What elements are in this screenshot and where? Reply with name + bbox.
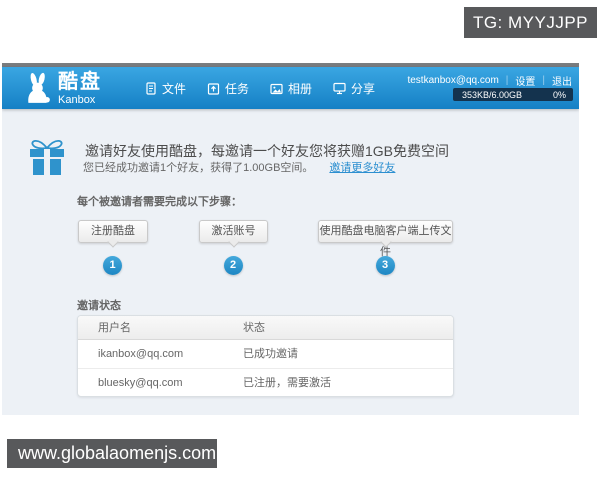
logo-cn-text: 酷盘 <box>58 71 102 93</box>
logo-en-text: Kanbox <box>58 94 96 106</box>
cell-username: ikanbox@qq.com <box>98 348 184 360</box>
storage-usage-bar: 353KB/6.00GB 0% <box>453 88 573 101</box>
nav-label: 任务 <box>225 82 250 96</box>
file-icon <box>145 82 157 95</box>
invite-status-heading: 邀请状态 <box>77 300 121 312</box>
step-upload: 使用酷盘电脑客户端上传文件 3 <box>318 220 453 275</box>
nav-item-album[interactable]: 相册 <box>270 80 312 97</box>
nav-item-files[interactable]: 文件 <box>145 80 186 97</box>
nav-label: 相册 <box>288 82 313 96</box>
nav-label: 文件 <box>162 82 187 96</box>
table-row: bluesky@qq.com 已注册，需要激活 <box>78 368 453 396</box>
storage-percent: 0% <box>552 89 566 100</box>
cell-status: 已注册，需要激活 <box>243 377 331 389</box>
invite-promo-title: 邀请好友使用酷盘，每邀请一个好友您将获赠1GB免费空间 <box>85 143 450 159</box>
step-number-badge: 1 <box>103 256 122 275</box>
invite-status-table: 用户名 状态 ikanbox@qq.com 已成功邀请 bluesky@qq.c… <box>77 315 454 397</box>
cell-username: bluesky@qq.com <box>98 377 183 389</box>
storage-usage-text: 353KB/6.00GB <box>462 89 523 100</box>
step-number-badge: 2 <box>223 256 243 275</box>
share-icon <box>333 82 346 95</box>
rabbit-logo-icon <box>24 72 52 106</box>
account-bar: testkanbox@qq.com | 设置 | 退出 <box>407 73 572 88</box>
steps-instruction-label: 每个被邀请者需要完成以下步骤： <box>77 196 242 208</box>
step-activate: 激活账号 2 <box>199 220 268 275</box>
table-row: ikanbox@qq.com 已成功邀请 <box>78 340 453 368</box>
step-box: 激活账号 <box>199 220 268 243</box>
nav-item-tasks[interactable]: 任务 <box>207 80 249 97</box>
invite-more-link[interactable]: 邀请更多好友 <box>329 162 395 174</box>
step-box: 使用酷盘电脑客户端上传文件 <box>318 220 453 258</box>
col-header-status: 状态 <box>243 322 265 334</box>
album-icon <box>270 83 283 95</box>
tg-contact-badge: TG: MYYJJPP <box>464 7 597 38</box>
step-number-badge: 3 <box>375 256 395 275</box>
table-header-row: 用户名 状态 <box>78 316 453 340</box>
invite-progress-label: 您已经成功邀请1个好友，获得了1.00GB空间。 <box>83 162 314 174</box>
site-watermark: www.globalaomenjs.com <box>7 439 217 468</box>
col-header-username: 用户名 <box>98 322 131 334</box>
nav-label: 分享 <box>351 82 376 96</box>
logout-link[interactable]: 退出 <box>552 73 572 88</box>
separator: | <box>505 75 509 86</box>
settings-link[interactable]: 设置 <box>515 73 535 88</box>
kanbox-site-screenshot: 酷盘 Kanbox 文件 任务 相册 分享 testkanbox@qq.com … <box>2 63 579 415</box>
gift-icon <box>28 135 66 181</box>
tasks-icon <box>207 82 220 95</box>
separator: | <box>542 75 545 86</box>
step-box: 注册酷盘 <box>78 220 148 243</box>
account-email: testkanbox@qq.com <box>407 75 499 86</box>
cell-status: 已成功邀请 <box>243 348 298 360</box>
main-nav: 文件 任务 相册 分享 <box>145 80 375 97</box>
step-register: 注册酷盘 1 <box>78 220 148 275</box>
invite-progress-text: 您已经成功邀请1个好友，获得了1.00GB空间。 邀请更多好友 <box>83 159 395 175</box>
kanbox-logo[interactable]: 酷盘 Kanbox <box>24 72 102 106</box>
site-header: 酷盘 Kanbox 文件 任务 相册 分享 testkanbox@qq.com … <box>2 67 579 109</box>
nav-item-share[interactable]: 分享 <box>333 80 375 97</box>
